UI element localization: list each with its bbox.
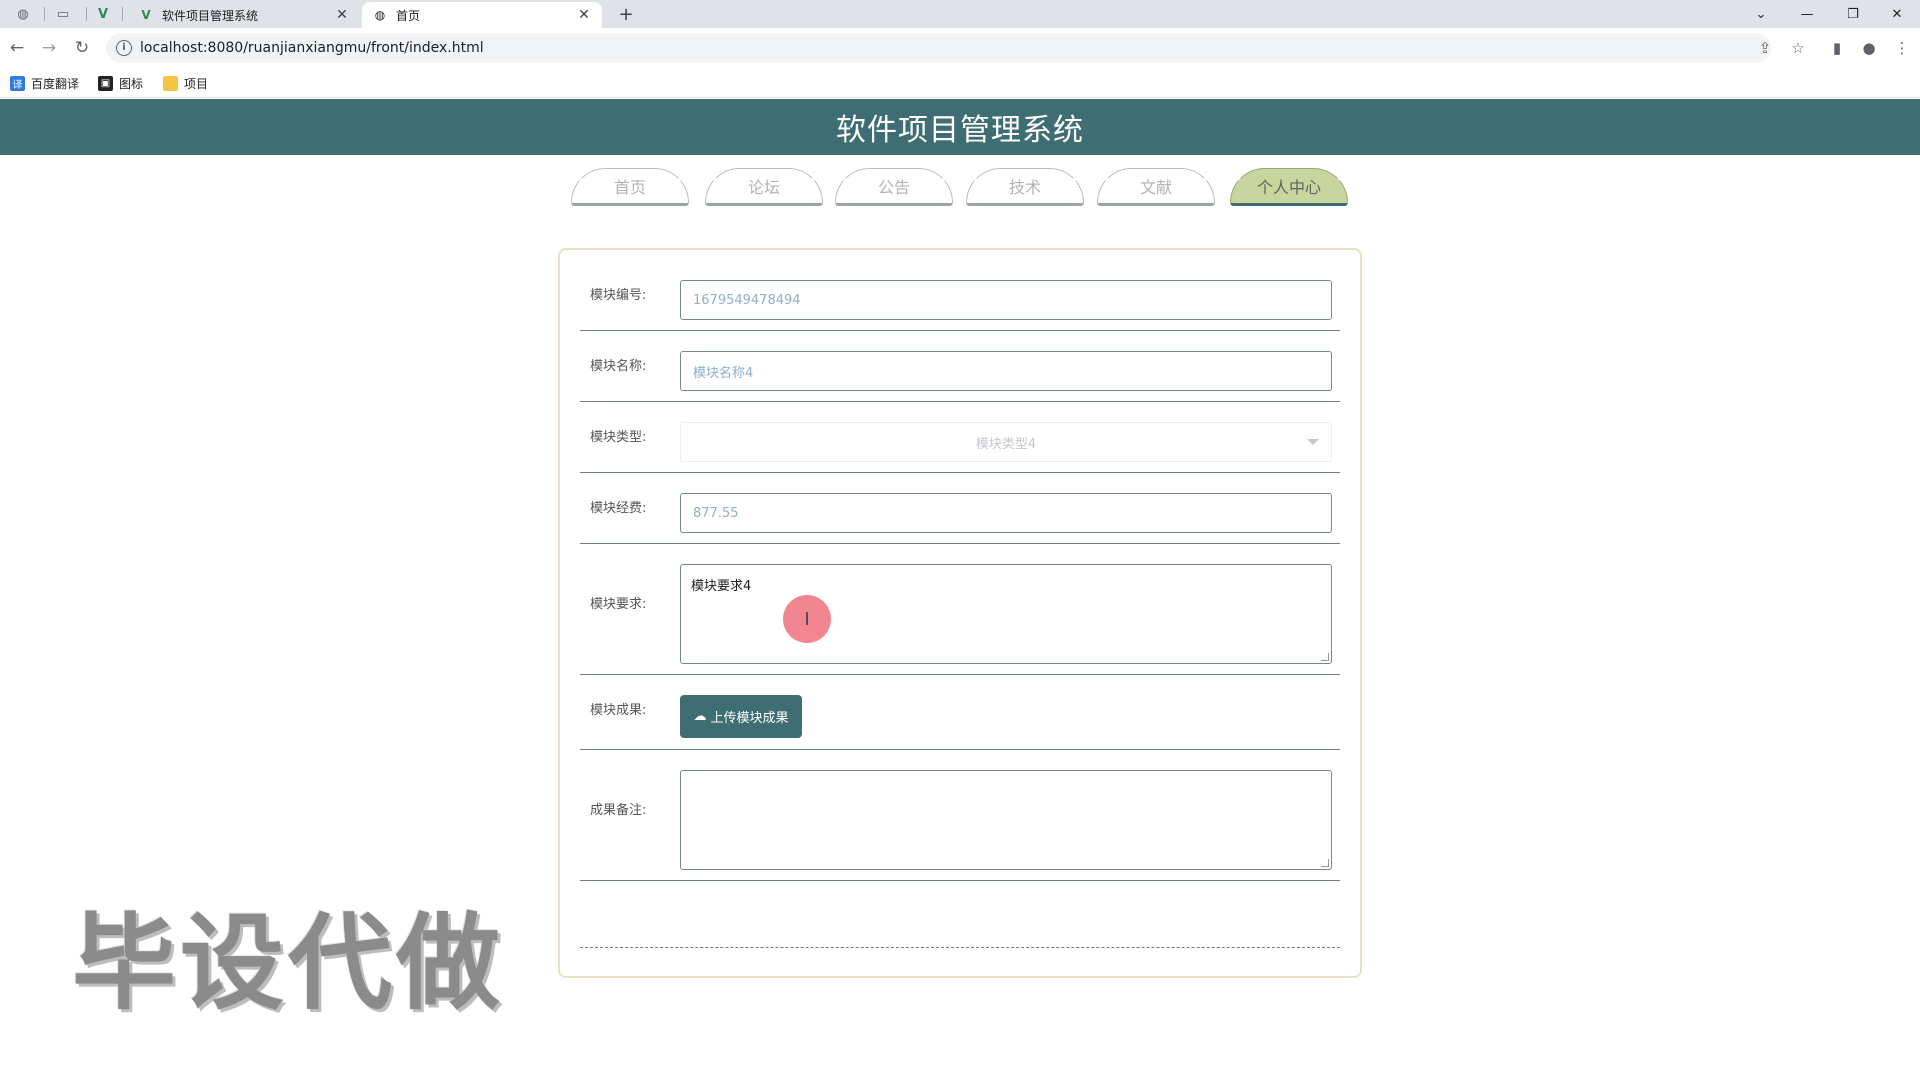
nav-item-profile[interactable]: 个人中心 xyxy=(1230,168,1348,206)
image-icon: ▣ xyxy=(98,76,113,91)
url-text[interactable]: localhost:8080/ruanjianxiangmu/front/ind… xyxy=(140,40,484,56)
bookmark-project[interactable]: 项目 xyxy=(163,75,208,92)
restore-button[interactable]: ❐ xyxy=(1830,0,1876,28)
side-panel-icon[interactable]: ▮ xyxy=(1825,36,1849,60)
site-title: 软件项目管理系统 xyxy=(836,113,1084,148)
upload-result-button[interactable]: ☁ 上传模块成果 xyxy=(680,695,802,738)
vue-icon: V xyxy=(141,8,151,22)
close-icon[interactable]: ✕ xyxy=(576,7,592,23)
forward-icon[interactable]: → xyxy=(37,36,61,60)
form-divider xyxy=(580,947,1340,948)
module-req-text: 模块要求4 xyxy=(691,579,752,594)
close-icon[interactable]: ✕ xyxy=(334,7,350,23)
resize-grip-icon[interactable] xyxy=(1321,653,1329,661)
module-type-label: 模块类型: xyxy=(590,430,647,445)
tab-search-icon[interactable]: ⌄ xyxy=(1738,0,1784,28)
tab-separator xyxy=(44,7,45,21)
address-bar[interactable]: i localhost:8080/ruanjianxiangmu/front/i… xyxy=(106,33,1771,63)
module-req-label: 模块要求: xyxy=(590,597,647,612)
bookmark-label: 百度翻译 xyxy=(31,77,80,91)
reload-icon[interactable]: ↻ xyxy=(70,36,94,60)
bookmark-baidu-translate[interactable]: 译 百度翻译 xyxy=(10,75,79,92)
info-icon[interactable]: i xyxy=(116,40,132,56)
tab-separator xyxy=(122,7,123,21)
tab-label: 首页 xyxy=(396,8,421,23)
form-row-module-no: 模块编号: 1679549478494 xyxy=(580,260,1340,331)
form-row-module-type: 模块类型: 模块类型4 xyxy=(580,402,1340,473)
tab-separator xyxy=(86,7,87,21)
bookmark-label: 图标 xyxy=(119,77,144,91)
browser-toolbar: ← → ↻ i localhost:8080/ruanjianxiangmu/f… xyxy=(0,28,1920,68)
bookmark-label: 项目 xyxy=(184,77,209,91)
form-row-module-fee: 模块经费: 877.55 xyxy=(580,473,1340,544)
share-icon[interactable]: ⇪ xyxy=(1753,36,1777,60)
module-form-card: 模块编号: 1679549478494 模块名称: 模块名称4 模块类型: 模块… xyxy=(558,248,1362,978)
profile-icon[interactable]: ● xyxy=(1857,36,1881,60)
result-note-textarea[interactable] xyxy=(680,770,1332,870)
watermark: 毕设代做 xyxy=(72,902,505,1024)
module-fee-label: 模块经费: xyxy=(590,501,647,516)
globe-icon: ◍ xyxy=(374,8,386,22)
chevron-down-icon xyxy=(1307,439,1319,445)
back-icon[interactable]: ← xyxy=(5,36,29,60)
module-req-textarea[interactable]: 模块要求4 xyxy=(680,564,1332,664)
menu-icon[interactable]: ⋮ xyxy=(1890,36,1914,60)
globe-icon[interactable]: ◍ xyxy=(10,4,36,24)
module-no-input[interactable]: 1679549478494 xyxy=(680,280,1332,320)
module-fee-input[interactable]: 877.55 xyxy=(680,493,1332,533)
tab-system[interactable]: V 软件项目管理系统 ✕ xyxy=(128,2,360,28)
cloud-upload-icon: ☁ xyxy=(693,709,707,724)
form-row-module-name: 模块名称: 模块名称4 xyxy=(580,331,1340,402)
module-result-label: 模块成果: xyxy=(590,703,647,718)
nav-item-literature[interactable]: 文献 xyxy=(1097,168,1215,206)
form-row-module-req: 模块要求: 模块要求4 xyxy=(580,544,1340,675)
module-type-value: 模块类型4 xyxy=(975,436,1037,452)
module-no-label: 模块编号: xyxy=(590,288,647,303)
nav-item-notice[interactable]: 公告 xyxy=(835,168,953,206)
nav-item-tech[interactable]: 技术 xyxy=(966,168,1084,206)
translate-icon: 译 xyxy=(10,76,25,91)
blank-page-icon[interactable]: ▭ xyxy=(50,4,76,24)
folder-icon xyxy=(163,76,178,91)
nav-item-home[interactable]: 首页 xyxy=(571,168,689,206)
close-window-button[interactable]: ✕ xyxy=(1874,0,1920,28)
bookmark-icons[interactable]: ▣ 图标 xyxy=(98,75,143,92)
module-name-label: 模块名称: xyxy=(590,359,647,374)
browser-tab-bar: ◍ ▭ V V 软件项目管理系统 ✕ ◍ 首页 ✕ + ⌄ — ❐ ✕ xyxy=(0,0,1920,28)
main-nav: 首页 论坛 公告 技术 文献 个人中心 xyxy=(0,168,1920,208)
nav-item-forum[interactable]: 论坛 xyxy=(705,168,823,206)
tab-home[interactable]: ◍ 首页 ✕ xyxy=(362,2,602,28)
result-note-label: 成果备注: xyxy=(590,803,647,818)
site-header: 软件项目管理系统 xyxy=(0,99,1920,155)
bookmark-star-icon[interactable]: ☆ xyxy=(1786,36,1810,60)
vue-icon[interactable]: V xyxy=(90,4,116,24)
form-row-module-result: 模块成果: ☁ 上传模块成果 xyxy=(580,675,1340,750)
minimize-button[interactable]: — xyxy=(1784,0,1830,28)
bookmarks-bar: 译 百度翻译 ▣ 图标 项目 xyxy=(0,68,1920,98)
new-tab-button[interactable]: + xyxy=(614,2,638,26)
tab-label: 软件项目管理系统 xyxy=(162,8,259,23)
resize-grip-icon[interactable] xyxy=(1321,859,1329,867)
upload-result-label: 上传模块成果 xyxy=(710,711,789,726)
text-cursor-icon: I xyxy=(783,595,831,643)
module-type-select[interactable]: 模块类型4 xyxy=(680,422,1332,462)
module-name-input[interactable]: 模块名称4 xyxy=(680,351,1332,391)
form-row-result-note: 成果备注: xyxy=(580,750,1340,881)
